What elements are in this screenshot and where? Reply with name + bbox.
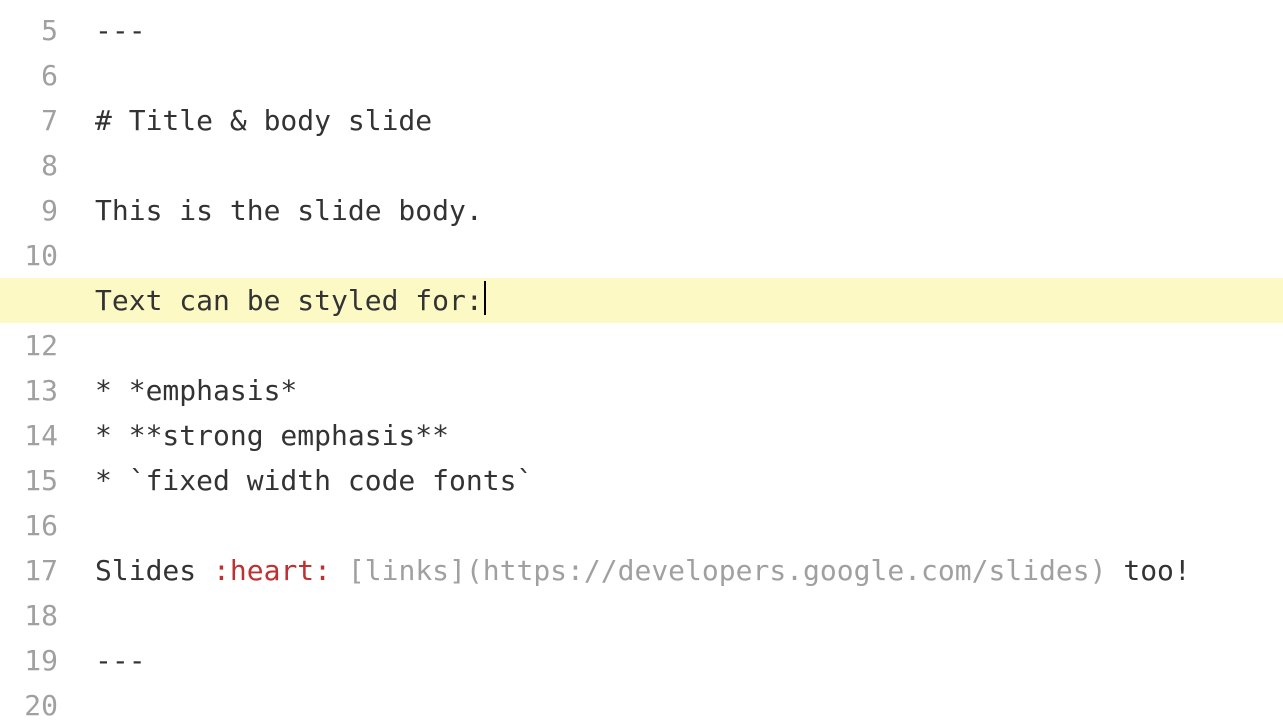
code-token: [links](https://developers.google.com/sl… (348, 554, 1107, 587)
code-token: * *emphasis* (95, 374, 297, 407)
code-line[interactable]: # Title & body slide (0, 98, 1283, 143)
code-token: too! (1106, 554, 1190, 587)
code-token: --- (95, 14, 146, 47)
code-line-content[interactable]: Slides :heart: [links](https://developer… (95, 548, 1191, 593)
code-line-content[interactable]: This is the slide body. (95, 188, 483, 233)
code-token: Slides (95, 554, 213, 587)
code-token: This is the slide body. (95, 194, 483, 227)
code-line[interactable]: --- (0, 8, 1283, 53)
code-line[interactable] (0, 233, 1283, 278)
code-token: * `fixed width code fonts` (95, 464, 533, 497)
code-line-content[interactable]: # Title & body slide (95, 98, 432, 143)
code-line[interactable] (0, 593, 1283, 638)
code-token: --- (95, 644, 146, 677)
code-token: # Title & body slide (95, 104, 432, 137)
code-line[interactable] (0, 143, 1283, 188)
code-token: :heart: (213, 554, 331, 587)
code-line[interactable]: Text can be styled for: (0, 278, 1283, 323)
code-line-content[interactable]: * **strong emphasis** (95, 413, 449, 458)
code-token (331, 554, 348, 587)
code-line-content[interactable]: Text can be styled for: (95, 278, 486, 323)
code-line[interactable] (0, 53, 1283, 98)
code-line[interactable] (0, 503, 1283, 548)
code-line[interactable]: Slides :heart: [links](https://developer… (0, 548, 1283, 593)
code-line[interactable]: * `fixed width code fonts` (0, 458, 1283, 503)
code-line[interactable]: * *emphasis* (0, 368, 1283, 413)
code-line[interactable] (0, 683, 1283, 721)
code-line[interactable] (0, 323, 1283, 368)
code-token: * **strong emphasis** (95, 419, 449, 452)
code-line-content[interactable]: --- (95, 638, 146, 683)
code-line-content[interactable]: * `fixed width code fonts` (95, 458, 533, 503)
code-editor[interactable]: 567891011121314151617181920 ---# Title &… (0, 0, 1283, 721)
code-line[interactable]: This is the slide body. (0, 188, 1283, 233)
code-line[interactable]: --- (0, 638, 1283, 683)
text-cursor (484, 281, 486, 315)
code-line[interactable]: * **strong emphasis** (0, 413, 1283, 458)
code-line-content[interactable]: --- (95, 8, 146, 53)
code-token: Text can be styled for: (95, 284, 483, 317)
code-line-content[interactable]: * *emphasis* (95, 368, 297, 413)
